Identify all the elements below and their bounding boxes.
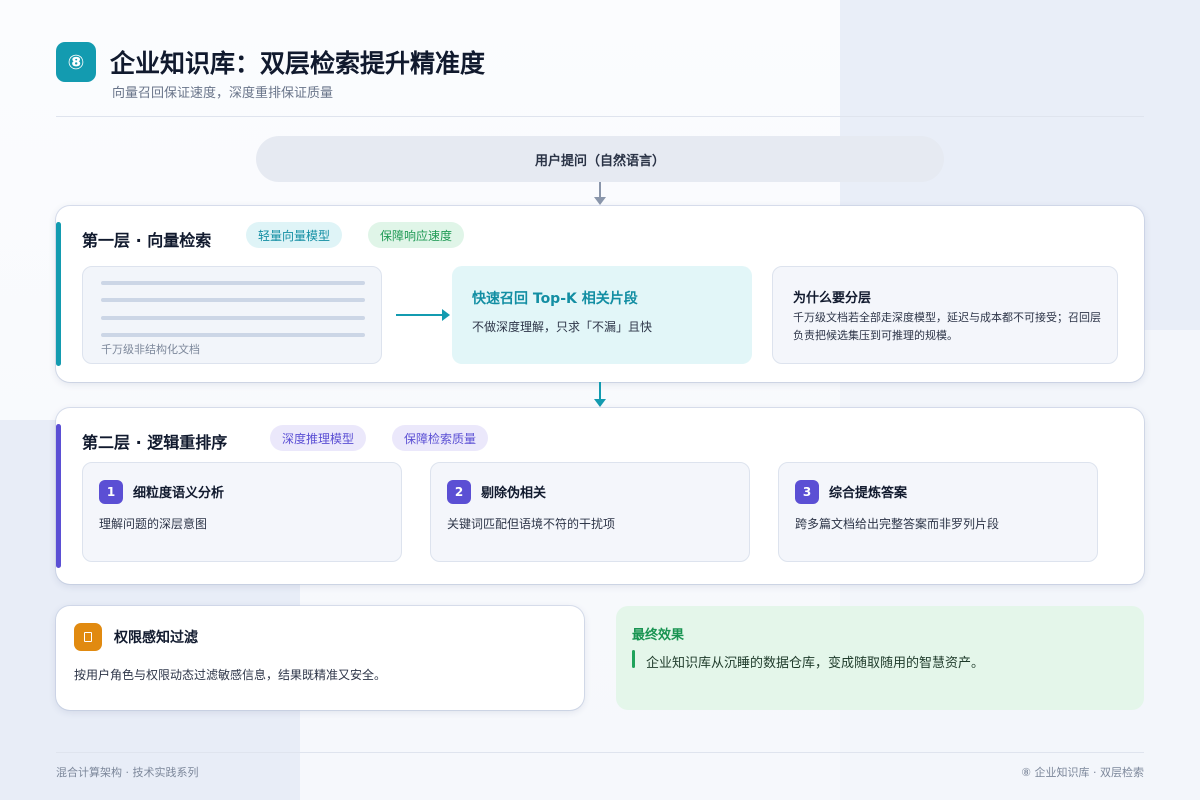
footer-divider: [56, 752, 1144, 753]
step-desc: 跨多篇文档给出完整答案而非罗列片段: [795, 517, 1000, 531]
doc-line: [101, 298, 365, 302]
permission-desc: 按用户角色与权限动态过滤敏感信息，结果既精准又安全。: [74, 668, 387, 682]
why-desc: 千万级文档若全部走深度模型，延迟与成本都不可接受；召回层负责把候选集压到可推理的…: [793, 311, 1101, 342]
document-stack-box: 千万级非结构化文档: [82, 266, 382, 364]
layer2-tag-model: 深度推理模型: [270, 425, 367, 451]
step-number: 2: [447, 480, 471, 504]
doc-line: [101, 281, 365, 285]
step-number: 3: [795, 480, 819, 504]
result-text: 企业知识库从沉睡的数据仓库，变成随取随用的智慧资产。: [646, 656, 985, 671]
section-number-badge: ⑧: [56, 42, 96, 82]
page-subtitle: 向量召回保证速度，深度重排保证质量: [112, 86, 334, 101]
step-card: 2 剔除伪相关 关键词匹配但语境不符的干扰项: [430, 462, 750, 562]
layer2-accent-bar: [56, 424, 61, 568]
layer1-accent-bar: [56, 222, 61, 366]
footer-page-label: ⑧ 企业知识库 · 双层检索: [1021, 766, 1144, 779]
step-number: 1: [99, 480, 123, 504]
step-title: 细粒度语义分析: [133, 486, 225, 501]
permission-card: 权限感知过滤 按用户角色与权限动态过滤敏感信息，结果既精准又安全。: [56, 606, 584, 710]
arrow-right-icon: [396, 309, 450, 321]
why-title: 为什么要分层: [793, 291, 872, 306]
lock-icon: [74, 623, 102, 651]
layer1-tag-speed: 保障响应速度: [368, 222, 465, 248]
step-title: 综合提炼答案: [829, 486, 908, 501]
layer1-tag-model: 轻量向量模型: [246, 222, 343, 248]
step-card: 1 细粒度语义分析 理解问题的深层意图: [82, 462, 402, 562]
page-title: 企业知识库：双层检索提升精准度: [110, 49, 486, 78]
layer2-tag-quality: 保障检索质量: [392, 425, 489, 451]
header-divider: [56, 116, 1144, 117]
result-title: 最终效果: [632, 628, 685, 643]
doc-caption: 千万级非结构化文档: [101, 343, 200, 356]
recall-desc: 不做深度理解，只求「不漏」且快: [472, 320, 653, 334]
arrow-down-icon: [594, 382, 606, 408]
layer1-title: 第一层 · 向量检索: [82, 231, 212, 250]
step-title: 剔除伪相关: [481, 486, 547, 501]
result-accent-bar: [632, 650, 635, 668]
layer2-title: 第二层 · 逻辑重排序: [82, 433, 228, 452]
step-desc: 理解问题的深层意图: [99, 517, 208, 531]
step-desc: 关键词匹配但语境不符的干扰项: [447, 517, 616, 531]
why-layered-box: 为什么要分层 千万级文档若全部走深度模型，延迟与成本都不可接受；召回层负责把候选…: [772, 266, 1118, 364]
permission-title: 权限感知过滤: [114, 630, 198, 646]
doc-line: [101, 333, 365, 337]
final-result-box: 最终效果 企业知识库从沉睡的数据仓库，变成随取随用的智慧资产。: [616, 606, 1144, 710]
user-query-pill: 用户提问（自然语言）: [256, 136, 944, 182]
arrow-down-icon: [594, 182, 606, 206]
recall-box: 快速召回 Top-K 相关片段 不做深度理解，只求「不漏」且快: [452, 266, 752, 364]
user-query-label: 用户提问（自然语言）: [534, 153, 665, 169]
doc-line: [101, 316, 365, 320]
footer-series: 混合计算架构 · 技术实践系列: [56, 766, 199, 779]
step-card: 3 综合提炼答案 跨多篇文档给出完整答案而非罗列片段: [778, 462, 1098, 562]
recall-title: 快速召回 Top-K 相关片段: [472, 291, 638, 307]
